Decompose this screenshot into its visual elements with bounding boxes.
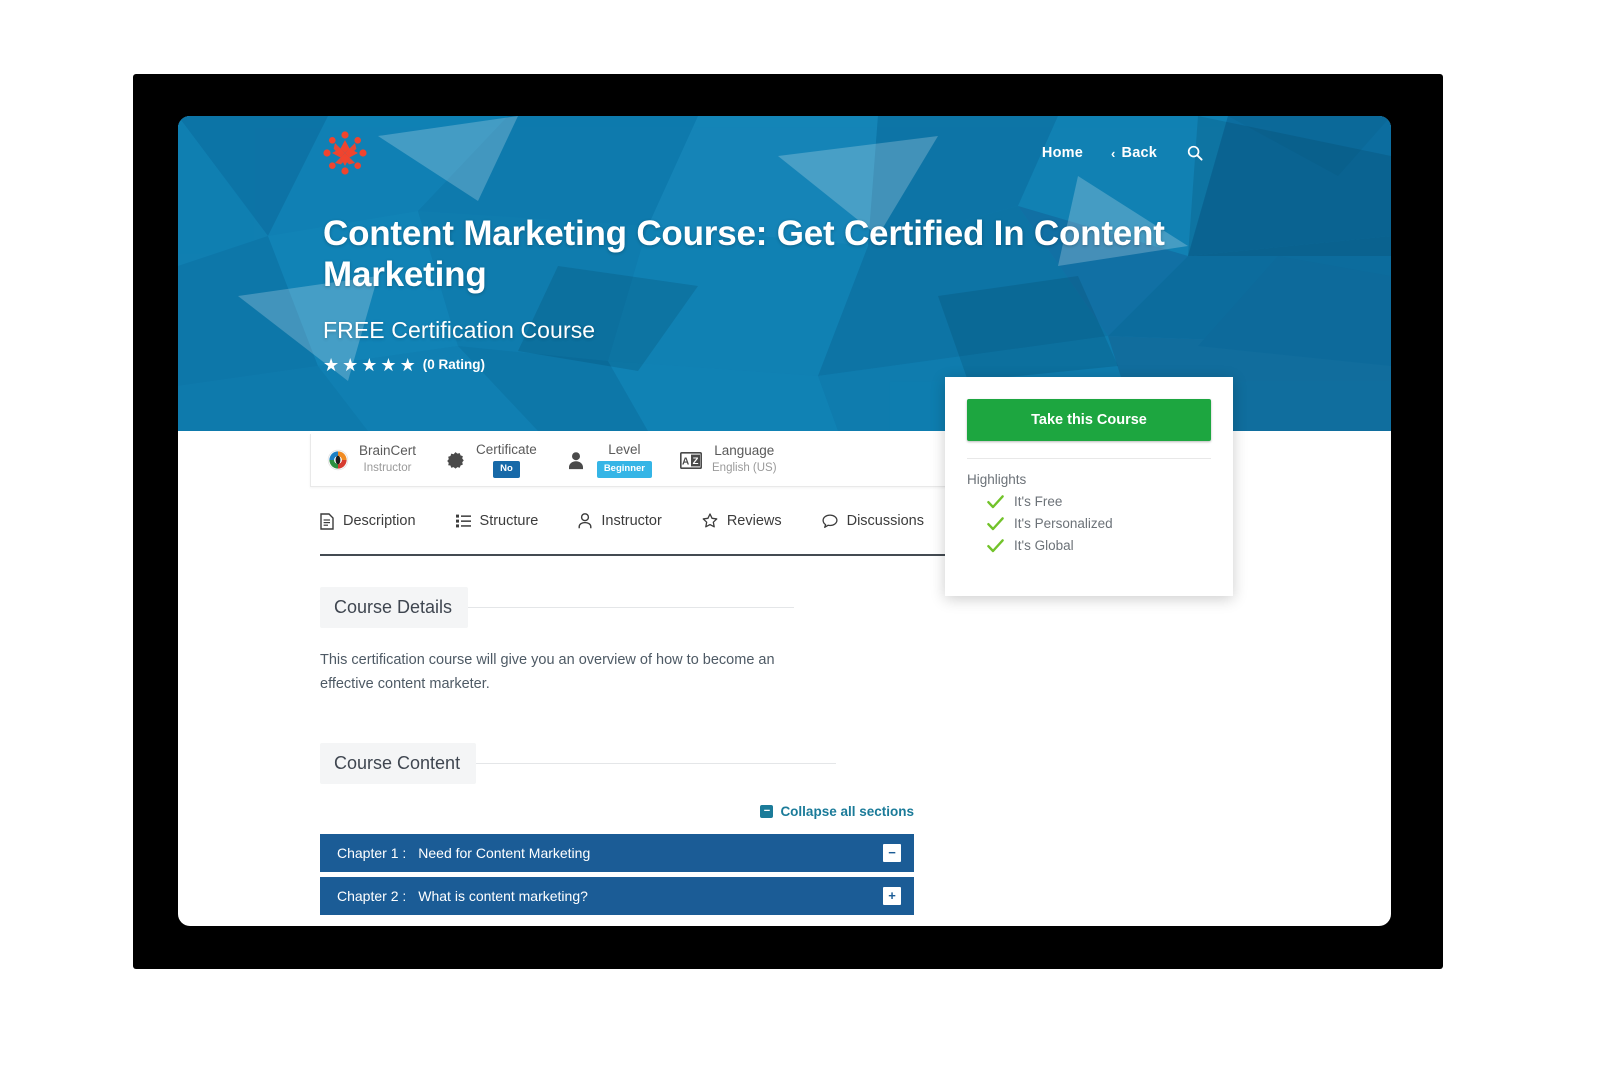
- take-this-course-button[interactable]: Take this Course: [967, 399, 1211, 441]
- chapter-number: Chapter 2 :: [337, 887, 407, 904]
- screenshot-stage: Home ‹ Back Content Marketing Course: Ge…: [0, 0, 1620, 1080]
- meta-level: Level Beginner: [551, 442, 666, 478]
- chapter-row[interactable]: Chapter 1 : Need for Content Marketing −: [320, 833, 914, 872]
- course-details-text: This certification course will give you …: [320, 651, 775, 693]
- meta-level-badge: Beginner: [596, 461, 652, 478]
- tab-discussions-label: Discussions: [846, 513, 924, 529]
- nav-back-label: Back: [1121, 145, 1157, 161]
- star-outline-icon: [702, 513, 718, 528]
- meta-certificate-badge: No: [493, 461, 520, 478]
- certificate-icon: [444, 449, 466, 471]
- star-icon: ★: [342, 354, 359, 375]
- starburst-logo-icon: [323, 131, 367, 175]
- tab-reviews-label: Reviews: [726, 513, 782, 529]
- highlight-label: It's Global: [1014, 538, 1074, 553]
- heading-rule: [468, 606, 795, 608]
- star-icon: ★: [361, 354, 378, 375]
- highlight-label: It's Personalized: [1014, 516, 1113, 531]
- tab-structure[interactable]: Structure: [455, 513, 539, 529]
- meta-language: A Z Language English (US): [666, 443, 791, 477]
- nav-back-link[interactable]: ‹ Back: [1111, 145, 1157, 161]
- meta-language-label: Language: [714, 442, 775, 458]
- chapter-title: Need for Content Marketing: [418, 844, 591, 861]
- star-icon: ★: [380, 354, 397, 375]
- star-icon: ★: [399, 354, 416, 375]
- tab-reviews[interactable]: Reviews: [702, 513, 782, 529]
- chapter-toggle-icon[interactable]: −: [883, 843, 901, 862]
- chapter-list: Chapter 1 : Need for Content Marketing −…: [320, 833, 914, 915]
- braincert-logo[interactable]: [321, 129, 369, 177]
- tab-instructor-label: Instructor: [601, 513, 662, 529]
- meta-certificate-label: Certificate: [476, 442, 537, 458]
- check-icon: [987, 538, 1004, 552]
- collapse-row: − Collapse all sections: [320, 804, 914, 819]
- course-details-heading-label: Course Details: [320, 587, 469, 628]
- chapter-row[interactable]: Chapter 2 : What is content marketing? +: [320, 876, 914, 915]
- nav-home-link[interactable]: Home: [1042, 145, 1083, 161]
- star-rating: ★ ★ ★ ★ ★: [323, 356, 416, 374]
- top-navigation: Home ‹ Back: [178, 116, 1391, 190]
- highlight-item: It's Free: [967, 494, 1211, 509]
- chapter-title: What is content marketing?: [418, 887, 588, 904]
- search-button[interactable]: [1185, 143, 1205, 163]
- course-content-section: Course Content − Collapse all sections C…: [320, 743, 1391, 915]
- nav-home-label: Home: [1041, 145, 1083, 161]
- highlight-item: It's Global: [967, 538, 1211, 553]
- meta-level-label: Level: [608, 442, 641, 458]
- main-content: Course Details This certification course…: [178, 541, 1391, 915]
- minus-square-icon: −: [760, 804, 774, 818]
- take-course-card: Take this Course Highlights It's Free It…: [945, 377, 1233, 596]
- chat-bubble-icon: [822, 513, 838, 528]
- heading-rule: [476, 763, 837, 765]
- meta-instructor-name: BrainCert: [359, 442, 417, 458]
- document-icon: [320, 512, 334, 530]
- highlights-list: It's Free It's Personalized It's Global: [967, 494, 1211, 553]
- search-icon: [1187, 145, 1203, 161]
- check-icon: [987, 516, 1004, 530]
- tab-structure-label: Structure: [479, 513, 539, 529]
- page-title: Content Marketing Course: Get Certified …: [323, 214, 1165, 295]
- chapter-toggle-icon[interactable]: +: [883, 886, 901, 905]
- chevron-left-icon: ‹: [1111, 145, 1116, 161]
- star-icon: ★: [323, 354, 340, 375]
- meta-certificate: Certificate No: [430, 442, 551, 478]
- course-subtitle: FREE Certification Course: [323, 316, 596, 343]
- highlight-label: It's Free: [1014, 494, 1063, 509]
- person-icon: [565, 449, 587, 471]
- highlight-item: It's Personalized: [967, 516, 1211, 531]
- svg-text:A: A: [682, 456, 689, 467]
- course-content-heading-label: Course Content: [320, 743, 477, 784]
- tab-description-label: Description: [343, 513, 416, 529]
- language-icon: A Z: [680, 449, 702, 471]
- collapse-all-sections-label: Collapse all sections: [780, 803, 914, 819]
- course-content-heading: Course Content: [320, 743, 1391, 784]
- rating-count-label: (0 Rating): [422, 357, 485, 373]
- chapter-number: Chapter 1 :: [337, 844, 407, 861]
- meta-instructor: BrainCert Instructor: [311, 443, 430, 477]
- svg-text:Z: Z: [693, 456, 699, 467]
- tab-description[interactable]: Description: [320, 512, 416, 530]
- list-icon: [455, 514, 471, 528]
- person-icon: [578, 513, 592, 529]
- tab-discussions[interactable]: Discussions: [822, 513, 924, 529]
- tab-instructor[interactable]: Instructor: [578, 513, 662, 529]
- instructor-avatar: [327, 449, 349, 471]
- hero-text-block: Content Marketing Course: Get Certified …: [323, 213, 1331, 374]
- highlights-label: Highlights: [967, 472, 1027, 487]
- meta-instructor-role: Instructor: [363, 461, 412, 474]
- rating-row: ★ ★ ★ ★ ★ (0 Rating): [323, 356, 1331, 374]
- meta-language-value: English (US): [712, 461, 777, 474]
- card-divider: [967, 458, 1211, 459]
- check-icon: [987, 494, 1004, 508]
- collapse-all-sections-link[interactable]: − Collapse all sections: [760, 804, 914, 819]
